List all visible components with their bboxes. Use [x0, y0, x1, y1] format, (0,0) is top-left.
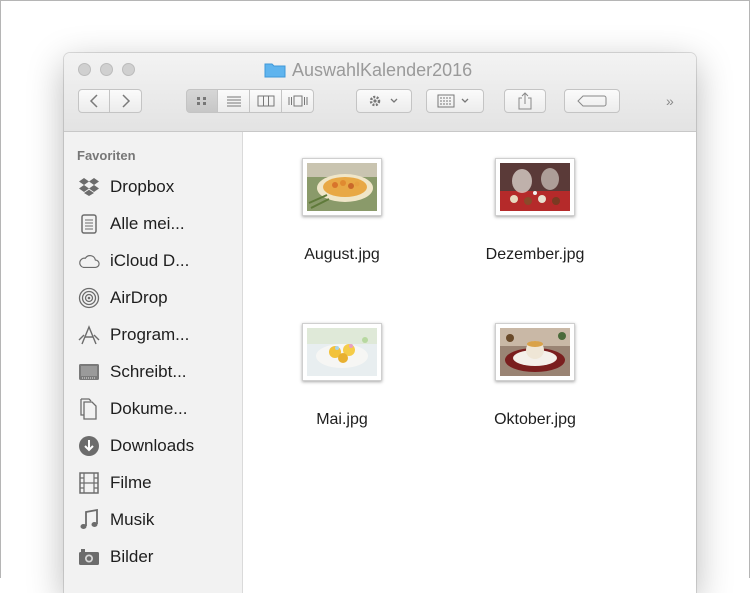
photo-thumbnail	[500, 328, 570, 376]
list-icon	[226, 96, 241, 107]
file-browser: August.jpg Dezember.jpg Mai.jpg Oktober.…	[243, 132, 696, 593]
sidebar-item-movies[interactable]: Filme	[78, 468, 152, 498]
tag-icon	[577, 95, 607, 107]
sidebar-item-dropbox[interactable]: Dropbox	[78, 172, 174, 202]
window-title-text: AuswahlKalender2016	[292, 59, 473, 80]
sidebar-item-airdrop[interactable]: AirDrop	[78, 283, 168, 313]
column-view-button[interactable]	[250, 89, 282, 113]
file-thumbnail	[302, 323, 382, 381]
sidebar-item-label: AirDrop	[110, 288, 168, 307]
forward-button[interactable]	[110, 89, 142, 113]
file-item[interactable]: Dezember.jpg	[470, 158, 600, 264]
back-button[interactable]	[78, 89, 110, 113]
file-thumbnail	[302, 158, 382, 216]
sidebar-heading: Favoriten	[77, 148, 136, 163]
photo-thumbnail	[500, 163, 570, 211]
file-name: Oktober.jpg	[494, 411, 576, 428]
arrange-menu-button[interactable]	[426, 89, 484, 113]
columns-icon	[257, 95, 274, 107]
close-button[interactable]	[78, 63, 91, 76]
cloud-icon	[78, 250, 100, 272]
sidebar-item-label: Program...	[110, 325, 190, 344]
file-item[interactable]: Mai.jpg	[277, 323, 407, 429]
file-name: Dezember.jpg	[485, 246, 585, 263]
arrange-icon	[437, 94, 469, 108]
document-icon	[78, 398, 100, 420]
view-mode-segment	[186, 89, 314, 113]
window-title: AuswahlKalender2016	[264, 59, 473, 80]
file-thumbnail	[495, 323, 575, 381]
sidebar-item-desktop[interactable]: Schreibt...	[78, 357, 187, 387]
sidebar-item-label: Schreibt...	[110, 362, 187, 381]
icon-view-button[interactable]	[186, 89, 218, 113]
grid-icon	[197, 97, 206, 105]
photo-thumbnail	[307, 328, 377, 376]
dropbox-icon	[78, 176, 100, 198]
sidebar-item-all-files[interactable]: Alle mei...	[78, 209, 185, 239]
tags-button[interactable]	[564, 89, 620, 113]
sidebar-item-applications[interactable]: Program...	[78, 320, 189, 350]
sidebar-item-label: Alle mei...	[110, 214, 185, 233]
sidebar-item-music[interactable]: Musik	[78, 505, 154, 535]
file-item[interactable]: August.jpg	[277, 158, 407, 264]
folder-icon	[264, 62, 286, 78]
film-icon	[78, 472, 100, 494]
minimize-button[interactable]	[100, 63, 113, 76]
sidebar-item-label: Dokume...	[110, 399, 188, 418]
nav-buttons	[78, 89, 142, 113]
file-thumbnail	[495, 158, 575, 216]
title-bar[interactable]: AuswahlKalender2016 »	[64, 53, 696, 132]
list-view-button[interactable]	[218, 89, 250, 113]
chevron-left-icon	[89, 94, 98, 108]
download-icon	[78, 435, 100, 457]
desktop-icon	[78, 361, 100, 383]
applications-icon	[78, 324, 100, 346]
sidebar-item-label: Bilder	[110, 547, 154, 566]
airdrop-icon	[78, 287, 100, 309]
sidebar-item-label: Musik	[110, 510, 155, 529]
all-files-icon	[78, 213, 100, 235]
photo-thumbnail	[307, 163, 377, 211]
file-item[interactable]: Oktober.jpg	[470, 323, 600, 429]
file-name: August.jpg	[304, 246, 380, 263]
sidebar-item-pictures[interactable]: Bilder	[78, 542, 153, 572]
sidebar-item-label: Downloads	[110, 436, 195, 455]
action-menu-button[interactable]	[356, 89, 412, 113]
sidebar-item-downloads[interactable]: Downloads	[78, 431, 194, 461]
share-icon	[518, 92, 532, 110]
sidebar: Favoriten Dropbox Alle mei... iCloud D..…	[64, 132, 243, 593]
chevron-right-icon	[121, 94, 130, 108]
share-button[interactable]	[504, 89, 546, 113]
sidebar-item-documents[interactable]: Dokume...	[78, 394, 187, 424]
file-name: Mai.jpg	[316, 411, 368, 428]
gear-icon	[369, 95, 398, 107]
coverflow-icon	[288, 95, 307, 107]
sidebar-item-label: iCloud D...	[110, 251, 190, 270]
coverflow-view-button[interactable]	[282, 89, 314, 113]
zoom-button[interactable]	[122, 63, 135, 76]
sidebar-item-label: Filme	[110, 473, 152, 492]
music-icon	[78, 509, 100, 531]
toolbar-overflow-button[interactable]: »	[666, 93, 674, 109]
finder-window: AuswahlKalender2016 » Favoriten Dropbox …	[64, 53, 696, 593]
sidebar-item-label: Dropbox	[110, 177, 175, 196]
camera-icon	[78, 546, 100, 568]
sidebar-item-icloud[interactable]: iCloud D...	[78, 246, 189, 276]
